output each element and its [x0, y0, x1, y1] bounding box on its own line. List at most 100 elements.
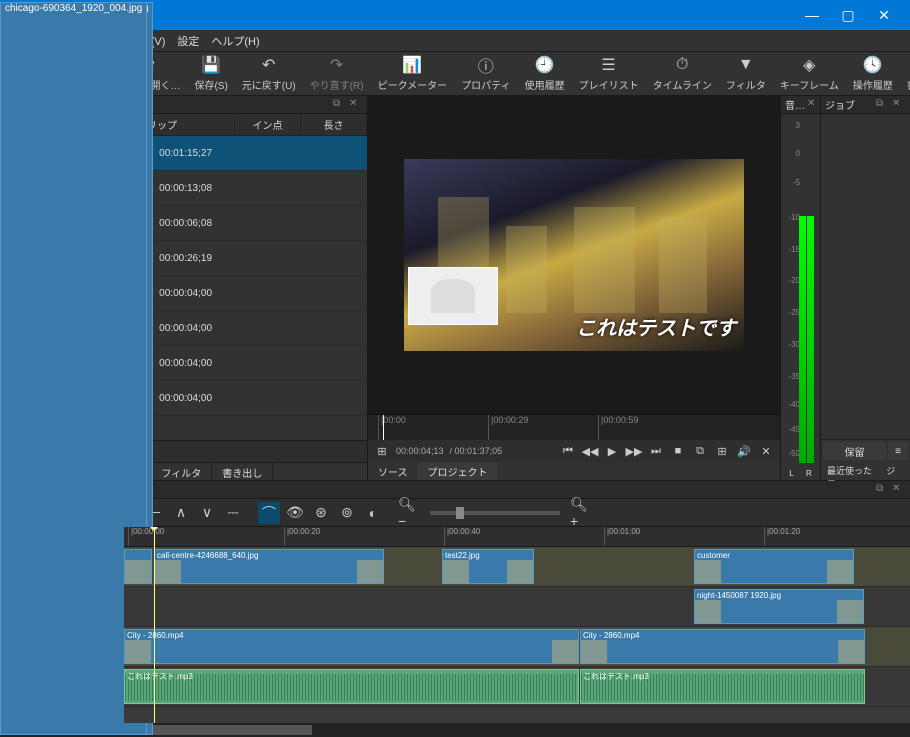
scrub-icon[interactable]: 👁 — [284, 502, 306, 524]
grid-icon[interactable]: ⊞ — [712, 442, 732, 460]
filter-button[interactable]: ▼フィルタ — [720, 53, 772, 94]
zoom-slider[interactable] — [430, 511, 560, 515]
save-icon: 💾 — [201, 55, 221, 75]
keyframe-icon: ◈ — [799, 55, 819, 75]
zoom-in-icon[interactable]: 🔍︎+ — [570, 502, 592, 524]
timeline-button[interactable]: ⏱タイムライン — [647, 53, 718, 94]
preview-scrubber[interactable]: |00:00 |00:00:29 |00:00:59 — [368, 414, 780, 440]
redo-icon: ↷ — [327, 55, 347, 75]
redo-button[interactable]: ↷やり直す(R) — [304, 53, 370, 94]
track-v1[interactable]: City - 2860.mp4 City - 2860.mp4 — [124, 627, 910, 667]
clip-audio[interactable]: これはテスト.mp3 — [580, 669, 865, 704]
main-area: プレイリスト ⧉ ✕ # サムネイル クリップ イン点 長さ 1City - 2… — [0, 96, 910, 480]
snap-icon[interactable]: ⌒ — [258, 502, 280, 524]
properties-button[interactable]: ⓘプロパティ — [455, 53, 516, 94]
tab-source[interactable]: ソース — [368, 462, 418, 480]
timeline-body: マスター V3🔓🔊👁 V2🔓🔊👁 V1🔓🔊👁 A1🔓🔊 |00:00:00 |0… — [0, 527, 910, 723]
lift-icon[interactable]: ∧ — [170, 502, 192, 524]
playlist-body[interactable]: 1City - 2860.mp400:00:00;0000:01:15;27 2… — [0, 136, 367, 440]
history-icon: 🕘 — [535, 55, 555, 75]
meter-scale: 3 0 -5 -10 -15 -20 -25 -30 -35 -40 -45 -… — [781, 114, 820, 467]
track-a1[interactable]: これはテスト.mp3 これはテスト.mp3 — [124, 667, 910, 707]
clip[interactable]: test22.jpg — [442, 549, 534, 584]
tab-recent[interactable]: 最近使ったファ… — [821, 462, 880, 480]
text-overlay: これはテストです — [576, 312, 736, 341]
source-tabs: ソース プロジェクト — [368, 462, 780, 480]
stop-icon[interactable]: ■ — [668, 442, 688, 460]
maximize-button[interactable]: ▢ — [830, 1, 866, 29]
tab-filter[interactable]: フィルタ — [151, 463, 212, 480]
duration-time: / 00:01:37;05 — [448, 446, 505, 456]
clip[interactable]: City - 2860.mp4 — [580, 629, 865, 664]
play-icon[interactable]: ▶ — [602, 442, 622, 460]
jobs-list — [821, 114, 910, 439]
undo-button[interactable]: ↶元に戻す(U) — [236, 53, 302, 94]
preview-viewport[interactable]: これはテストです — [368, 96, 780, 414]
jobs-menu-button[interactable]: ≡ — [888, 442, 908, 460]
preview-image: これはテストです — [404, 159, 744, 351]
info-icon: ⓘ — [476, 55, 496, 75]
keyframe-button[interactable]: ◈キーフレーム — [774, 53, 845, 94]
volume-icon[interactable]: 🔊 — [734, 442, 754, 460]
minimize-button[interactable]: — — [794, 1, 830, 29]
ripple-icon[interactable]: ⊛ — [310, 502, 332, 524]
recent-button[interactable]: 🕘使用履歴 — [519, 53, 571, 94]
panel-close-icon[interactable]: ✕ — [892, 98, 906, 112]
col-in[interactable]: イン点 — [235, 114, 301, 135]
timeline-icon: ⏱ — [672, 55, 692, 75]
playlist-row[interactable]: 8chicago-690364_1920_004.jpg00:00:00;000… — [0, 381, 367, 416]
clip[interactable]: City - 2860.mp4 — [124, 629, 579, 664]
history-button[interactable]: 🕓操作履歴 — [847, 53, 899, 94]
export-button[interactable]: ⊙書き出し — [901, 53, 910, 94]
playlist-panel: プレイリスト ⧉ ✕ # サムネイル クリップ イン点 長さ 1City - 2… — [0, 96, 368, 480]
tab-project[interactable]: プロジェクト — [418, 462, 498, 480]
grid-toggle-icon[interactable]: ⊞ — [372, 442, 392, 460]
preview-panel: これはテストです |00:00 |00:00:29 |00:00:59 ⊞ 00… — [368, 96, 780, 480]
close-button[interactable]: ✕ — [866, 1, 902, 29]
clip-audio[interactable]: これはテスト.mp3 — [124, 669, 579, 704]
menu-settings[interactable]: 設定 — [171, 30, 205, 52]
filter-icon: ▼ — [736, 55, 756, 75]
tab-jobs[interactable]: ジョブ — [880, 462, 910, 480]
rewind-icon[interactable]: ◀◀ — [580, 442, 600, 460]
col-length[interactable]: 長さ — [301, 114, 367, 135]
timeline-playhead[interactable] — [154, 527, 155, 723]
dock-icon[interactable]: ⧉ — [333, 98, 347, 112]
menu-help[interactable]: ヘルプ(H) — [205, 30, 265, 52]
skip-start-icon[interactable]: ⏮ — [558, 442, 578, 460]
zoom-icon[interactable]: ⧉ — [690, 442, 710, 460]
panel-close-icon[interactable]: ✕ — [807, 98, 816, 112]
overwrite-icon[interactable]: ∨ — [196, 502, 218, 524]
toggle-icon[interactable]: ◐ — [362, 502, 384, 524]
clip[interactable] — [124, 549, 152, 584]
skip-end-icon[interactable]: ⏭ — [646, 442, 666, 460]
clip[interactable]: customer — [694, 549, 854, 584]
clip[interactable]: night-1450087 1920.jpg — [694, 589, 864, 624]
meter-bars — [799, 216, 814, 463]
save-button[interactable]: 💾保存(S) — [188, 53, 233, 94]
peakmeter-button[interactable]: 📊ピークメーター — [372, 53, 454, 94]
jobs-panel: ジョブ⧉✕ 保留 ≡ 最近使ったファ… ジョブ — [820, 96, 910, 480]
meter-icon: 📊 — [402, 55, 422, 75]
ripple-all-icon[interactable]: ⊚ — [336, 502, 358, 524]
list-icon: ☰ — [599, 55, 619, 75]
zoom-handle[interactable] — [456, 507, 464, 519]
panel-close-icon[interactable]: ✕ — [349, 98, 363, 112]
track-v2[interactable]: night-1450087 1920.jpg — [124, 587, 910, 627]
dock-icon[interactable]: ⧉ — [876, 98, 890, 112]
split-icon[interactable]: ⎓ — [222, 502, 244, 524]
forward-icon[interactable]: ▶▶ — [624, 442, 644, 460]
pip-overlay — [408, 267, 498, 325]
position-time: 00:00:04;13 — [394, 446, 446, 456]
zoom-out-icon[interactable]: 🔍︎− — [398, 502, 420, 524]
panel-close-icon[interactable]: ✕ — [892, 483, 906, 497]
timeline-ruler[interactable]: |00:00:00 |00:00:20 |00:00:40 |00:01:00 … — [124, 527, 910, 547]
tab-export[interactable]: 書き出し — [212, 463, 273, 480]
track-v3[interactable]: call-centre-4246688_640.jpg test22.jpg c… — [124, 547, 910, 587]
hold-button[interactable]: 保留 — [823, 442, 886, 460]
playlist-button[interactable]: ☰プレイリスト — [573, 53, 645, 94]
timeline-content[interactable]: |00:00:00 |00:00:20 |00:00:40 |00:01:00 … — [124, 527, 910, 723]
mute-icon[interactable]: ✕ — [756, 442, 776, 460]
dock-icon[interactable]: ⧉ — [876, 483, 890, 497]
clip[interactable]: call-centre-4246688_640.jpg — [154, 549, 384, 584]
